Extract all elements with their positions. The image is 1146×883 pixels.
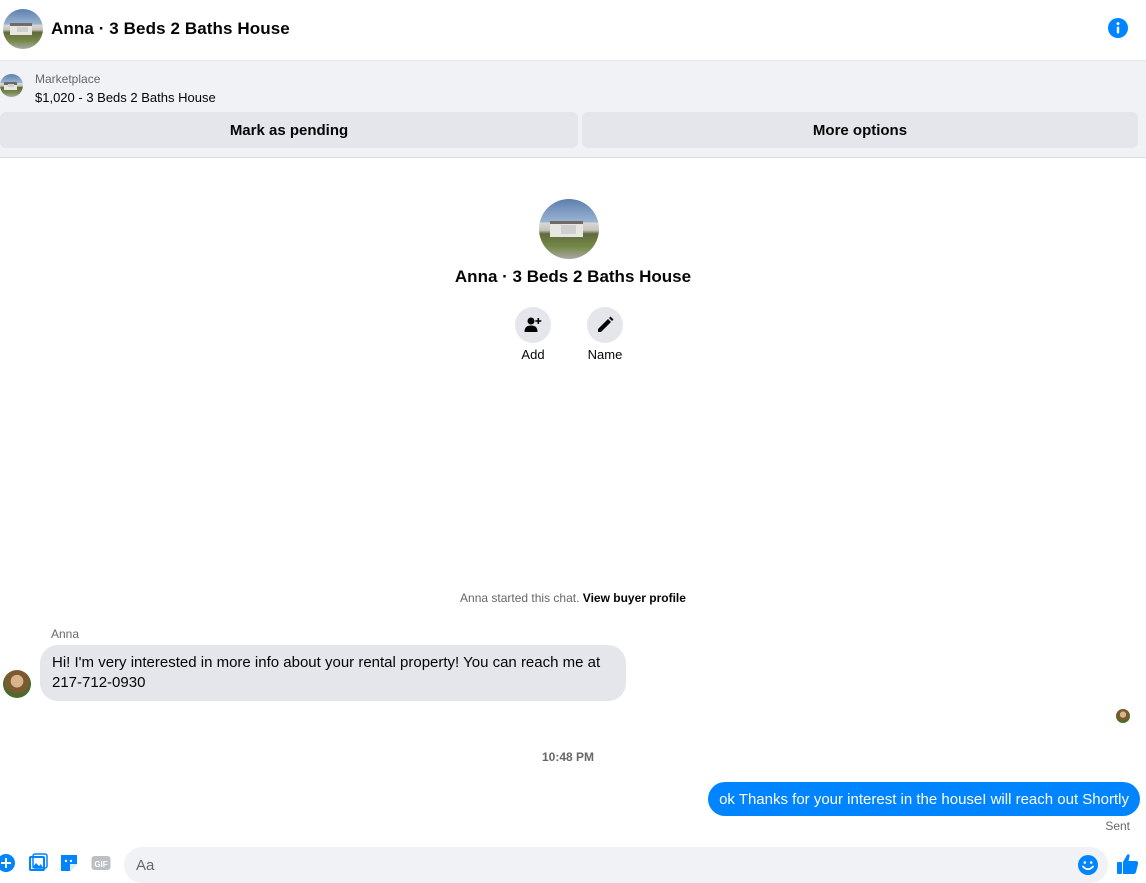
svg-text:GIF: GIF	[94, 860, 107, 869]
add-person-button[interactable]	[515, 307, 551, 343]
marketplace-label: Marketplace	[35, 72, 101, 86]
sender-name: Anna	[51, 627, 80, 641]
pencil-icon	[598, 316, 614, 332]
sender-avatar[interactable]	[3, 670, 31, 698]
conversation-avatar[interactable]	[3, 9, 43, 49]
read-receipt-avatar	[1116, 709, 1130, 723]
incoming-message[interactable]: Hi! I'm very interested in more info abo…	[40, 645, 626, 701]
listing-thumbnail[interactable]	[0, 74, 23, 97]
plus-icon[interactable]	[0, 853, 16, 873]
message-input[interactable]	[124, 847, 1108, 883]
add-label: Add	[521, 347, 545, 362]
name-label: Name	[587, 347, 623, 362]
chat-started-text: Anna started this chat.	[460, 591, 580, 605]
message-status: Sent	[1105, 819, 1130, 833]
chat-started-note: Anna started this chat. View buyer profi…	[0, 591, 1146, 605]
conversation-title[interactable]: Anna · 3 Beds 2 Baths House	[51, 19, 290, 39]
gif-icon[interactable]: GIF	[91, 853, 111, 873]
message-timestamp: 10:48 PM	[541, 750, 595, 764]
like-icon[interactable]	[1116, 852, 1140, 876]
outgoing-message[interactable]: ok Thanks for your interest in the house…	[708, 782, 1140, 816]
listing-title[interactable]: $1,020 - 3 Beds 2 Baths House	[35, 90, 216, 105]
info-icon[interactable]	[1108, 18, 1128, 38]
marketplace-banner: Marketplace $1,020 - 3 Beds 2 Baths Hous…	[0, 61, 1146, 158]
profile-avatar[interactable]	[539, 199, 599, 259]
edit-name-button[interactable]	[587, 307, 623, 343]
message-composer: GIF	[0, 843, 1146, 883]
sticker-icon[interactable]	[59, 853, 79, 873]
emoji-icon[interactable]	[1077, 854, 1099, 876]
add-person-icon	[524, 317, 542, 332]
mark-as-pending-button[interactable]: Mark as pending	[0, 112, 578, 148]
profile-name: Anna · 3 Beds 2 Baths House	[454, 267, 692, 286]
view-buyer-profile-link[interactable]: View buyer profile	[583, 591, 686, 605]
photo-icon[interactable]	[28, 853, 48, 873]
more-options-button[interactable]: More options	[582, 112, 1138, 148]
conversation-header: Anna · 3 Beds 2 Baths House	[0, 0, 1146, 61]
